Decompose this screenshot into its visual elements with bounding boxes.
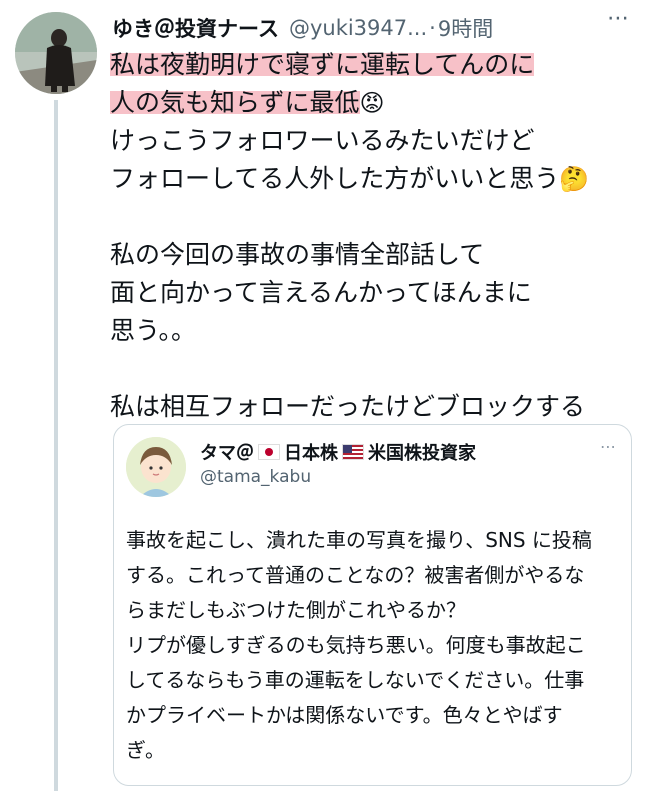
post-time[interactable]: 9時間: [438, 13, 493, 43]
post-header: ゆき＠投資ナース @yuki3947... · 9時間: [112, 10, 650, 46]
separator-dot: ·: [429, 16, 436, 40]
japan-flag-icon: [258, 444, 280, 460]
quoted-line: かプライベートかは関係ないです。色々とやばす: [126, 703, 563, 727]
quoted-line: する。これって普通のことなの？被害者側がやるな: [126, 563, 585, 587]
angry-face-icon: 😡: [359, 89, 385, 117]
quoted-post-text: 事故を起こし、潰れた車の写真を撮り、SNS に投稿 する。これって普通のことなの…: [126, 523, 622, 768]
post-line: 思う。。: [110, 316, 197, 345]
quoted-line: してるならもう車の運転をしないでください。仕事: [126, 668, 585, 692]
cartoon-face-icon: [126, 437, 186, 497]
quoted-line: らまだしもぶつけた側がこれやるか？: [126, 598, 466, 622]
post-line: 私は相互フォローだったけどブロックする: [110, 392, 586, 421]
quoted-author-name[interactable]: タマ＠ 日本株 米国株投資家: [200, 439, 476, 465]
author-avatar[interactable]: [15, 12, 97, 94]
quoted-line: ぎ。: [126, 738, 165, 762]
author-handle[interactable]: @yuki3947...: [289, 16, 427, 40]
quoted-post[interactable]: タマ＠ 日本株 米国株投資家 @tama_kabu ⋯ 事故を起こし、潰れた車の…: [113, 424, 632, 786]
us-flag-icon: [342, 444, 364, 460]
post-text: 私は夜勤明けで寝ずに運転してんのに 人の気も知らずに最低😡 けっこうフォロワーい…: [110, 46, 640, 426]
post-line: フォローしてる人外した方がいいと思う🤔: [110, 164, 590, 193]
quoted-author-handle[interactable]: @tama_kabu: [200, 467, 311, 487]
post-line: 面と向かって言えるんかってほんまに: [110, 278, 532, 307]
quoted-author-avatar[interactable]: [126, 437, 186, 497]
post-line: 私の今回の事故の事情全部話して: [110, 240, 485, 269]
quoted-more-options-icon[interactable]: ⋯: [600, 437, 617, 456]
more-options-icon[interactable]: ⋯: [607, 6, 630, 31]
quoted-line: リプが優しすぎるのも気持ち悪い。何度も事故起こ: [126, 633, 586, 657]
thread-line: [54, 100, 58, 791]
post-line: けっこうフォロワーいるみたいだけど: [110, 126, 535, 155]
thinking-face-icon: 🤔: [559, 165, 590, 193]
post-line: 人の気も知らずに最低😡: [110, 88, 385, 117]
author-photo: [15, 12, 97, 94]
quoted-line: 事故を起こし、潰れた車の写真を撮り、SNS に投稿: [126, 528, 592, 552]
post-line: 私は夜勤明けで寝ずに運転してんのに: [110, 50, 535, 79]
author-name[interactable]: ゆき＠投資ナース: [112, 13, 279, 43]
